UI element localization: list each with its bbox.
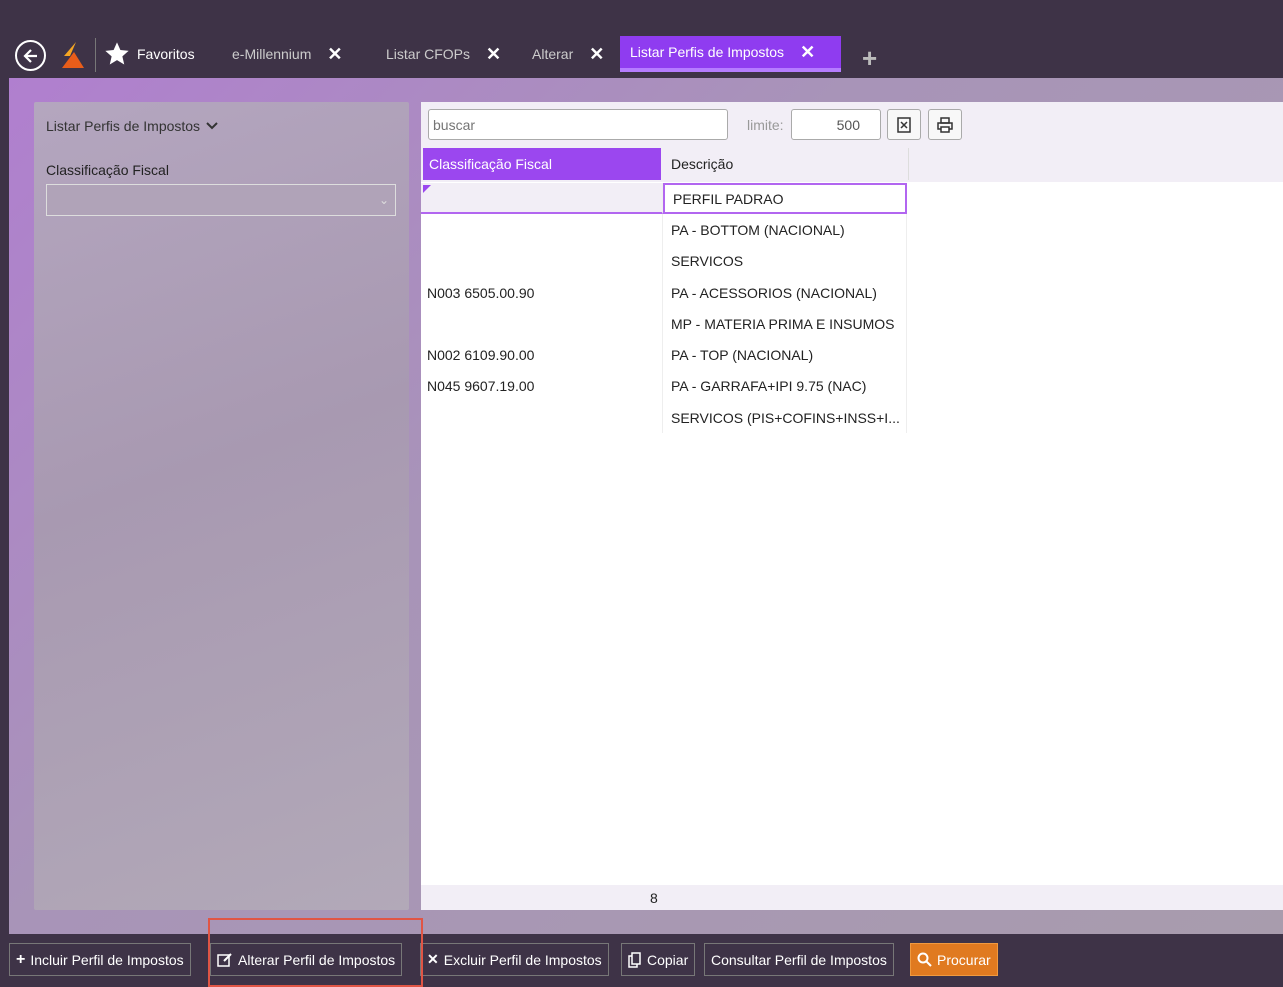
tab-e-millennium[interactable]: e-Millennium ✕ <box>222 36 352 72</box>
tab-label: e-Millennium <box>232 46 312 62</box>
classificacao-fiscal-label: Classificação Fiscal <box>46 162 169 178</box>
delete-label: Excluir Perfil de Impostos <box>443 951 602 968</box>
add-tab-icon[interactable]: + <box>862 45 877 71</box>
favorites-button[interactable]: Favoritos <box>103 40 195 68</box>
selected-row-marker <box>423 185 431 193</box>
tab-label: Alterar <box>532 46 574 62</box>
search-input[interactable] <box>428 109 728 140</box>
cell-descricao[interactable]: PERFIL PADRAO <box>663 183 907 215</box>
cell-descricao[interactable]: PA - BOTTOM (NACIONAL) <box>663 214 907 246</box>
table-row[interactable]: N045 9607.19.00 PA - GARRAFA+IPI 9.75 (N… <box>421 370 1283 403</box>
cell-classificacao-fiscal[interactable] <box>421 183 663 215</box>
top-bar: Favoritos e-Millennium ✕ Listar CFOPs ✕ … <box>0 0 1283 78</box>
x-icon: ✕ <box>427 951 439 967</box>
include-label: Incluir Perfil de Impostos <box>30 951 184 968</box>
table-row[interactable]: PERFIL PADRAO <box>421 183 1283 215</box>
consult-button[interactable]: Consultar Perfil de Impostos <box>704 943 894 976</box>
action-bar: + Incluir Perfil de Impostos Alterar Per… <box>0 934 1283 987</box>
close-icon[interactable]: ✕ <box>327 44 342 65</box>
tab-label: Listar Perfis de Impostos <box>630 44 785 60</box>
table-row[interactable]: PA - BOTTOM (NACIONAL) <box>421 214 1283 246</box>
cell-classificacao-fiscal[interactable]: N003 6505.00.90 <box>421 276 663 309</box>
app-logo-icon[interactable] <box>58 40 86 70</box>
close-icon[interactable]: ✕ <box>800 42 815 63</box>
column-header-descricao[interactable]: Descrição <box>665 148 909 180</box>
filter-panel-title[interactable]: Listar Perfis de Impostos <box>46 118 218 134</box>
copy-label: Copiar <box>647 951 689 968</box>
cell-descricao[interactable]: SERVICOS <box>663 245 907 277</box>
close-icon[interactable]: ✕ <box>486 44 501 65</box>
table-row[interactable]: SERVICOS <box>421 245 1283 277</box>
cell-classificacao-fiscal[interactable] <box>421 245 663 277</box>
consult-label: Consultar Perfil de Impostos <box>711 951 887 968</box>
table-row[interactable]: N003 6505.00.90 PA - ACESSORIOS (NACIONA… <box>421 276 1283 309</box>
cell-classificacao-fiscal[interactable] <box>421 308 663 340</box>
classificacao-fiscal-select[interactable]: ⌄ <box>46 184 396 216</box>
limit-input[interactable] <box>791 109 881 140</box>
tab-listar-cfops[interactable]: Listar CFOPs ✕ <box>376 36 511 72</box>
chevron-down-icon: ⌄ <box>378 193 389 207</box>
edit-icon <box>217 952 232 967</box>
printer-icon <box>937 116 953 133</box>
row-count: 8 <box>650 890 658 906</box>
table-row[interactable]: SERVICOS (PIS+COFINS+INSS+I... <box>421 402 1283 434</box>
excel-file-icon <box>897 116 911 133</box>
print-button[interactable] <box>928 109 962 140</box>
include-button[interactable]: + Incluir Perfil de Impostos <box>9 943 191 976</box>
main-area: Listar Perfis de Impostos Classificação … <box>9 78 1283 934</box>
export-excel-button[interactable] <box>887 109 921 140</box>
filter-panel: Listar Perfis de Impostos Classificação … <box>34 102 409 910</box>
back-arrow-icon[interactable] <box>15 40 46 71</box>
grid-footer: 8 <box>421 885 1283 910</box>
cell-descricao[interactable]: MP - MATERIA PRIMA E INSUMOS <box>663 308 907 340</box>
limit-label: limite: <box>747 117 784 133</box>
tab-label: Listar CFOPs <box>386 46 471 62</box>
copy-button[interactable]: Copiar <box>621 943 696 976</box>
delete-button[interactable]: ✕ Excluir Perfil de Impostos <box>420 943 609 976</box>
separator <box>95 38 96 72</box>
chevron-down-icon <box>206 122 218 130</box>
search-label: Procurar <box>937 951 991 968</box>
star-icon <box>105 42 129 65</box>
cell-descricao[interactable]: SERVICOS (PIS+COFINS+INSS+I... <box>663 402 907 434</box>
cell-classificacao-fiscal[interactable]: N002 6109.90.00 <box>421 339 663 371</box>
cell-descricao[interactable]: PA - ACESSORIOS (NACIONAL) <box>663 276 907 309</box>
search-icon <box>917 952 932 967</box>
alter-button[interactable]: Alterar Perfil de Impostos <box>210 943 403 976</box>
cell-classificacao-fiscal[interactable] <box>421 402 663 434</box>
filter-panel-title-label: Listar Perfis de Impostos <box>46 118 201 134</box>
table-row[interactable]: MP - MATERIA PRIMA E INSUMOS <box>421 308 1283 340</box>
cell-classificacao-fiscal[interactable]: N045 9607.19.00 <box>421 370 663 403</box>
column-header-classificacao-fiscal[interactable]: Classificação Fiscal <box>423 148 661 180</box>
cell-classificacao-fiscal[interactable] <box>421 214 663 246</box>
search-button[interactable]: Procurar <box>910 943 998 976</box>
alter-label: Alterar Perfil de Impostos <box>238 951 396 968</box>
copy-icon <box>628 951 641 968</box>
tab-listar-perfis-de-impostos[interactable]: Listar Perfis de Impostos ✕ <box>620 36 841 72</box>
tab-alterar[interactable]: Alterar ✕ <box>522 36 614 72</box>
cell-descricao[interactable]: PA - TOP (NACIONAL) <box>663 339 907 371</box>
close-icon[interactable]: ✕ <box>589 44 604 65</box>
results-grid: PERFIL PADRAO PA - BOTTOM (NACIONAL) SER… <box>421 183 1283 434</box>
table-row[interactable]: N002 6109.90.00 PA - TOP (NACIONAL) <box>421 339 1283 371</box>
results-panel: limite: Classificação Fiscal Descrição P… <box>421 102 1283 910</box>
favorites-label: Favoritos <box>137 46 195 62</box>
cell-descricao[interactable]: PA - GARRAFA+IPI 9.75 (NAC) <box>663 370 907 403</box>
plus-icon: + <box>16 950 26 968</box>
